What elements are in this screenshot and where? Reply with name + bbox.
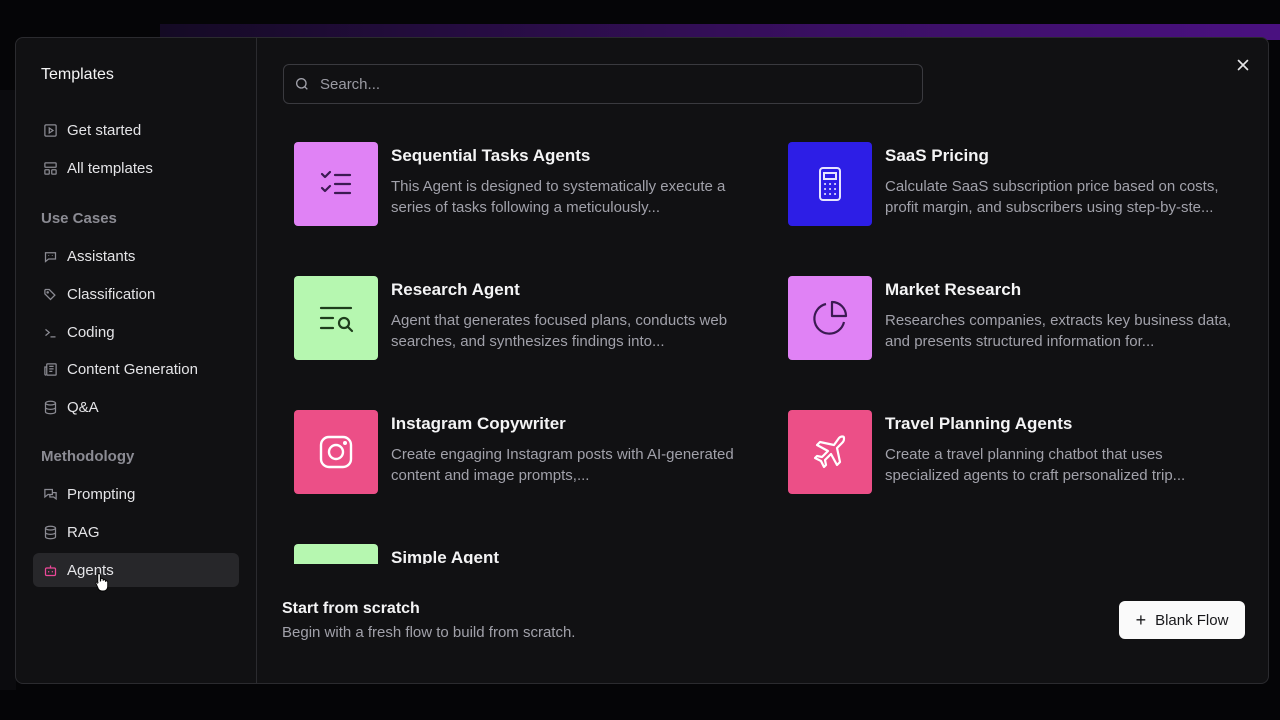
sidebar-item-label: All templates: [67, 159, 153, 177]
sidebar-item-label: Classification: [67, 285, 156, 303]
sidebar-item-assistants[interactable]: Assistants: [33, 239, 239, 273]
layout-grid-icon: [42, 160, 58, 176]
sidebar-item-label: Content Generation: [67, 360, 198, 378]
template-card-market-research[interactable]: Market Research Researches companies, ex…: [777, 262, 1231, 360]
sidebar-item-content-generation[interactable]: Content Generation: [33, 352, 239, 386]
messages-icon: [42, 486, 58, 502]
calculator-icon: [788, 142, 872, 226]
sidebar-item-classification[interactable]: Classification: [33, 277, 239, 311]
card-title: Simple Agent: [391, 548, 499, 564]
sidebar: Templates Get started All templates Use …: [16, 38, 257, 683]
plane-icon: [788, 410, 872, 494]
list-checks-icon: [294, 142, 378, 226]
main-panel: Sequential Tasks Agents This Agent is de…: [257, 38, 1268, 683]
templates-dialog: Templates Get started All templates Use …: [15, 37, 1269, 684]
newspaper-icon: [42, 361, 58, 377]
sidebar-title: Templates: [41, 66, 114, 83]
hand-cursor-icon: [95, 573, 109, 592]
sidebar-item-prompting[interactable]: Prompting: [33, 477, 239, 511]
tags-icon: [42, 286, 58, 302]
instagram-icon: [294, 410, 378, 494]
section-label-methodology: Methodology: [41, 448, 135, 465]
card-title: SaaS Pricing: [885, 146, 989, 165]
template-card-research-agent[interactable]: Research Agent Agent that generates focu…: [283, 262, 733, 360]
card-description: Agent that generates focused plans, cond…: [391, 312, 728, 350]
template-card-simple-agent[interactable]: Simple Agent: [283, 530, 733, 564]
terminal-icon: [42, 324, 58, 340]
card-title: Instagram Copywriter: [391, 414, 566, 433]
sidebar-item-label: Prompting: [67, 485, 136, 503]
sidebar-item-qa[interactable]: Q&A: [33, 390, 239, 424]
bot-icon: [42, 562, 58, 578]
sidebar-item-get-started[interactable]: Get started: [33, 113, 239, 147]
plus-icon: +: [1135, 610, 1147, 630]
template-card-sequential-tasks-agents[interactable]: Sequential Tasks Agents This Agent is de…: [283, 128, 733, 226]
sidebar-item-label: RAG: [67, 523, 100, 541]
backdrop-edge: [0, 90, 16, 690]
sidebar-item-all-templates[interactable]: All templates: [33, 151, 239, 185]
sidebar-item-agents[interactable]: Agents: [33, 553, 239, 587]
template-card-saas-pricing[interactable]: SaaS Pricing Calculate SaaS subscription…: [777, 128, 1227, 226]
text-search-icon: [294, 276, 378, 360]
database-icon: [42, 524, 58, 540]
card-title: Market Research: [885, 280, 1022, 299]
close-icon: [1234, 56, 1252, 74]
pie-chart-icon: [788, 276, 872, 360]
sidebar-item-label: Assistants: [67, 247, 136, 265]
blank-flow-label: Blank Flow: [1155, 611, 1229, 629]
template-card-instagram-copywriter[interactable]: Instagram Copywriter Create engaging Ins…: [283, 396, 734, 494]
sidebar-item-label: Q&A: [67, 398, 99, 416]
template-grid: Sequential Tasks Agents This Agent is de…: [283, 128, 1253, 564]
start-from-scratch-subtitle: Begin with a fresh flow to build from sc…: [282, 624, 576, 641]
card-description: Researches companies, extracts key busin…: [885, 312, 1232, 350]
start-from-scratch-title: Start from scratch: [282, 600, 420, 617]
card-description: Create engaging Instagram posts with AI-…: [391, 446, 734, 484]
blank-flow-button[interactable]: + Blank Flow: [1119, 601, 1245, 639]
close-button[interactable]: [1232, 54, 1254, 76]
search-input[interactable]: [318, 74, 922, 94]
card-title: Research Agent: [391, 280, 520, 299]
database-icon: [42, 399, 58, 415]
template-card-travel-planning-agents[interactable]: Travel Planning Agents Create a travel p…: [777, 396, 1227, 494]
play-square-icon: [42, 122, 58, 138]
sidebar-item-coding[interactable]: Coding: [33, 315, 239, 349]
card-title: Sequential Tasks Agents: [391, 146, 591, 165]
search-icon: [294, 76, 310, 92]
bot-message-icon: [42, 248, 58, 264]
card-title: Travel Planning Agents: [885, 414, 1073, 433]
sidebar-item-label: Coding: [67, 323, 115, 341]
card-description: Calculate SaaS subscription price based …: [885, 178, 1219, 216]
sidebar-item-rag[interactable]: RAG: [33, 515, 239, 549]
card-description: Create a travel planning chatbot that us…: [885, 446, 1186, 484]
search-box[interactable]: [283, 64, 923, 104]
bot-icon: [294, 544, 378, 564]
card-description: This Agent is designed to systematically…: [391, 178, 726, 216]
sidebar-item-label: Get started: [67, 121, 142, 139]
section-label-use-cases: Use Cases: [41, 210, 117, 227]
